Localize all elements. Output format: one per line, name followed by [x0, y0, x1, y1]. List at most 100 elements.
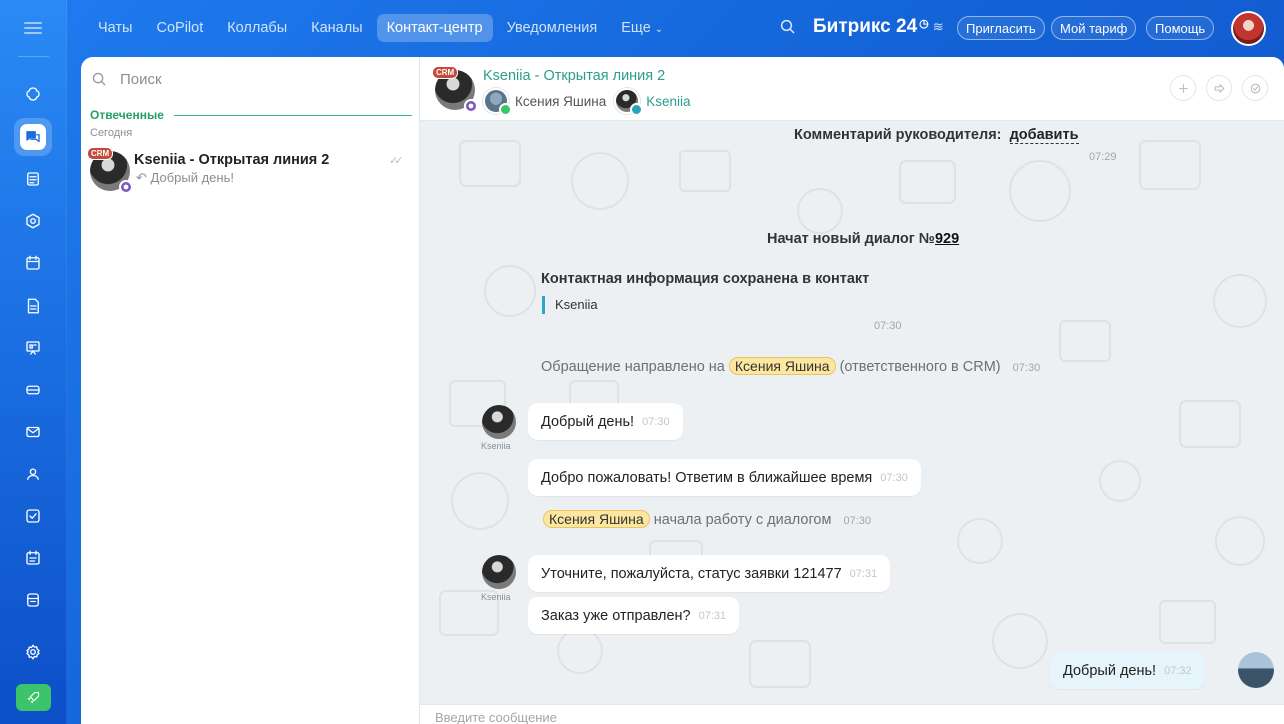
manager-comment: Комментарий руководителя: добавить [794, 127, 1079, 144]
status-icon [499, 103, 512, 116]
message-time: 07:31 [849, 567, 878, 580]
message-text: Уточните, пожалуйста, статус заявки 1214… [541, 565, 842, 582]
recent-title: Kseniia - Открытая линия 2 [134, 152, 330, 168]
participant-avatar[interactable] [614, 88, 644, 116]
boards-icon[interactable] [14, 329, 52, 367]
calendar-icon[interactable] [14, 244, 52, 282]
tab-chats[interactable]: Чаты [88, 14, 142, 42]
message-time: 07:30 [1012, 362, 1041, 374]
started-text: начала работу с диалогом [653, 512, 832, 528]
routed-notice: Обращение направлено на Ксения Яшина (от… [541, 357, 1041, 375]
message-text: Добрый день! [541, 413, 635, 430]
finish-icon[interactable] [1242, 75, 1268, 101]
chat-avatar[interactable]: CRM [432, 66, 478, 113]
settings-icon[interactable] [14, 633, 52, 671]
search-icon[interactable] [779, 18, 797, 36]
collabs-icon[interactable] [14, 202, 52, 240]
invite-button[interactable]: Пригласить [957, 16, 1045, 40]
message-bubble[interactable]: Уточните, пожалуйста, статус заявки 1214… [528, 555, 891, 592]
tab-more[interactable]: Еще ⌄ [611, 14, 673, 42]
chevron-down-icon: ⌄ [654, 24, 664, 35]
add-icon[interactable] [1170, 75, 1196, 101]
groups-icon[interactable] [14, 455, 52, 493]
market-icon[interactable] [14, 581, 52, 619]
reply-icon: ↶ [136, 170, 151, 185]
drive-icon[interactable] [14, 371, 52, 409]
message-author: Kseniia [481, 592, 511, 602]
chats-icon[interactable] [14, 118, 52, 156]
planner-icon[interactable] [14, 539, 52, 577]
tasks-icon[interactable] [14, 497, 52, 535]
brand-text: Битрикс 24 [813, 16, 918, 37]
message-author: Kseniia [481, 441, 511, 451]
tab-notifications[interactable]: Уведомления [497, 14, 608, 42]
equalizer-icon: ≋ [932, 19, 944, 34]
chat-header: CRM Kseniia - Открытая линия 2 Ксения Яш… [420, 57, 1284, 121]
channel-icon [630, 103, 644, 116]
viber-icon [119, 180, 133, 194]
tab-contact-center[interactable]: Контакт-центр [376, 14, 493, 42]
message-bubble[interactable]: Добрый день! 07:30 [528, 403, 683, 440]
chat-panel: CRM Kseniia - Открытая линия 2 Ксения Яш… [420, 57, 1284, 724]
new-dialog-notice: Начат новый диалог №929 [767, 231, 959, 247]
my-avatar[interactable] [1238, 652, 1274, 688]
dialog-number-link[interactable]: 929 [935, 231, 959, 247]
transfer-icon[interactable] [1206, 75, 1232, 101]
copilot-icon[interactable] [14, 75, 52, 113]
new-dialog-label: Начат новый диалог № [767, 231, 935, 247]
my-message-bubble[interactable]: Добрый день! 07:32 [1050, 652, 1205, 689]
message-text: Добрый день! [1063, 662, 1157, 679]
contact-saved-label: Контактная информация сохранена в контак… [541, 271, 870, 287]
user-mention-chip[interactable]: Ксения Яшина [543, 510, 650, 528]
brand-logo[interactable]: Битрикс 24 ◷ ≋ [813, 16, 944, 38]
client-avatar[interactable] [482, 555, 516, 589]
comment-label: Комментарий руководителя: [794, 127, 1002, 143]
sidebar-divider [18, 56, 49, 57]
left-sidebar [0, 0, 67, 724]
top-nav: Чаты CoPilot Коллабы Каналы Контакт-цент… [88, 12, 677, 44]
list-item[interactable]: CRM Kseniia - Открытая линия 2 ↶ Добрый … [81, 143, 419, 194]
feed-icon[interactable] [14, 160, 52, 198]
tab-channels[interactable]: Каналы [301, 14, 372, 42]
viber-icon [464, 99, 478, 113]
recent-avatar: CRM [87, 147, 133, 194]
chat-title[interactable]: Kseniia - Открытая линия 2 [483, 68, 665, 84]
mail-icon[interactable] [14, 413, 52, 451]
docs-icon[interactable] [14, 287, 52, 325]
message-input[interactable]: Введите сообщение [420, 704, 1284, 724]
message-bubble[interactable]: Заказ уже отправлен? 07:31 [528, 597, 740, 634]
routed-suffix: (ответственного в CRM) [839, 359, 1001, 375]
double-check-icon: ✓✓ [389, 155, 404, 167]
crm-badge: CRM [87, 147, 114, 160]
recent-preview-text: Добрый день! [150, 170, 234, 185]
recent-preview: ↶ Добрый день! [136, 170, 234, 186]
client-avatar[interactable] [482, 405, 516, 439]
help-button[interactable]: Помощь [1146, 16, 1215, 40]
message-time: 07:31 [698, 609, 727, 622]
message-time: 07:30 [843, 515, 872, 527]
rocket-icon[interactable] [16, 684, 51, 711]
crm-badge: CRM [432, 66, 459, 79]
group-header: Отвеченные [90, 108, 412, 122]
participant-avatar[interactable] [483, 88, 512, 116]
message-text: Заказ уже отправлен? [541, 607, 691, 624]
user-avatar[interactable] [1231, 11, 1266, 46]
message-bubble[interactable]: Добро пожаловать! Ответим в ближайшее вр… [528, 459, 921, 496]
chat-participants: Ксения Яшина Kseniia [483, 88, 691, 116]
recent-search[interactable]: Поиск [91, 71, 162, 88]
contact-saved-notice: Контактная информация сохранена в контак… [541, 271, 869, 287]
contact-quote[interactable]: Kseniia [542, 296, 598, 314]
clock-icon: ◷ [919, 17, 929, 30]
participant-name[interactable]: Kseniia [646, 94, 690, 109]
recent-list-panel: Поиск Отвеченные Сегодня CRM Kseniia - О… [81, 57, 420, 724]
menu-icon[interactable] [24, 19, 42, 37]
participant-name[interactable]: Ксения Яшина [515, 94, 606, 109]
message-time: 07:30 [642, 415, 670, 428]
tariff-button[interactable]: Мой тариф [1051, 16, 1137, 40]
tab-collabs[interactable]: Коллабы [217, 14, 297, 42]
tab-more-label: Еще [621, 20, 651, 36]
add-comment-link[interactable]: добавить [1009, 127, 1079, 144]
search-icon [92, 72, 106, 86]
tab-copilot[interactable]: CoPilot [146, 14, 213, 42]
user-mention-chip[interactable]: Ксения Яшина [728, 357, 836, 375]
